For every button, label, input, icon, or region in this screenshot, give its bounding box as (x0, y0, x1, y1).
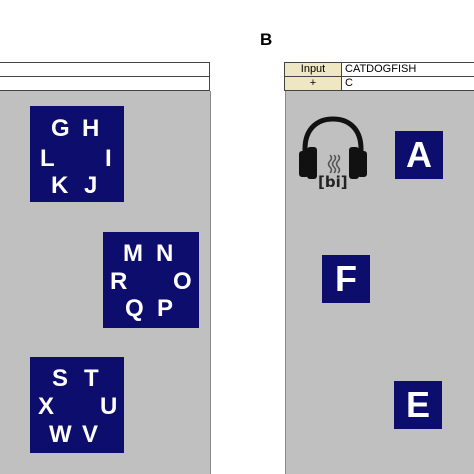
tile-letter: X (38, 393, 55, 420)
input-value-cell[interactable]: CATDOGFISH (341, 62, 474, 77)
tile-letter: O (173, 268, 192, 295)
panel-a-tile-2: M N R O Q P (103, 232, 199, 328)
tile-letter: L (40, 145, 55, 172)
tile-letter: V (82, 421, 99, 448)
tile-letter: J (84, 172, 98, 199)
letter-tile-e[interactable]: E (394, 381, 442, 429)
panel-a-tile-3: S T X U W V (30, 357, 124, 453)
panel-b-input-table: Input CATDOGFISH + C (284, 62, 474, 91)
tile-letter: W (49, 421, 72, 448)
tile-letter: E (405, 384, 430, 425)
tile-letter: P (157, 295, 174, 322)
tile-letter: I (105, 145, 112, 172)
panel-a-input-table (0, 62, 210, 91)
tile-letter: N (156, 240, 174, 267)
letter-tile-a[interactable]: A (395, 131, 443, 179)
tile-letter: F (335, 258, 357, 299)
plus-header-cell: + (284, 76, 342, 91)
tile-letter: H (82, 115, 100, 142)
headphones-icon (299, 116, 367, 179)
typed-value-cell[interactable]: C (341, 76, 474, 91)
tile-letter: T (84, 365, 99, 392)
tile-letter: R (110, 268, 128, 295)
panel-a-table-row1 (0, 62, 210, 77)
tile-letter: S (52, 365, 69, 392)
panel-a-table-row2 (0, 76, 210, 91)
phoneme-label: [bi] (318, 173, 348, 191)
panel-b-label: B (260, 30, 273, 49)
panel-a-stage: G H L I K J M N R O Q P S T X U W V (0, 91, 211, 474)
tile-letter: Q (125, 295, 144, 322)
panel-b-stage: [bi] A F E (285, 91, 474, 474)
input-header-cell: Input (284, 62, 342, 77)
tile-letter: U (100, 393, 118, 420)
tile-letter: G (51, 115, 70, 142)
tile-letter: K (51, 172, 69, 199)
letter-tile-f[interactable]: F (322, 255, 370, 303)
panel-a-tile-1: G H L I K J (30, 106, 124, 202)
tile-letter: A (406, 134, 432, 175)
tile-letter: M (123, 240, 143, 267)
